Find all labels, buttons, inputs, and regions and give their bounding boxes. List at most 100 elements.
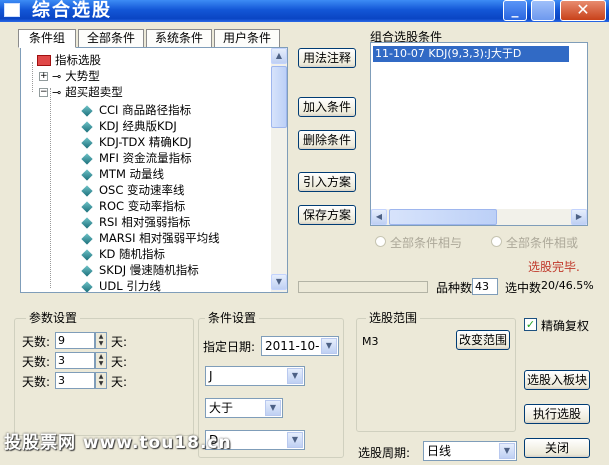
radio-and-label: 全部条件相与: [390, 236, 463, 250]
collapse-icon[interactable]: −: [39, 88, 48, 97]
radio-or-label: 全部条件相或: [506, 236, 579, 250]
indicator-icon: [81, 264, 93, 277]
usage-notes-button[interactable]: 用法注释: [298, 48, 356, 68]
execute-selection-button[interactable]: 执行选股: [524, 404, 590, 424]
import-scheme-button[interactable]: 引入方案: [298, 172, 356, 192]
add-condition-button[interactable]: 加入条件: [298, 97, 356, 117]
indicator-icon: [81, 248, 93, 261]
remove-condition-button[interactable]: 删除条件: [298, 130, 356, 150]
scroll-right-icon[interactable]: ▶: [571, 209, 587, 225]
app-icon: [4, 3, 20, 17]
tree-group-overbought[interactable]: − ⊸ 超买超卖型: [39, 84, 123, 100]
key-icon: ⊸: [52, 86, 62, 99]
key-icon: ⊸: [52, 70, 62, 83]
selected-value: 20/46.5%: [541, 279, 594, 292]
scroll-thumb[interactable]: [271, 66, 287, 128]
indicator-icon: [81, 120, 93, 133]
tree-group-trend[interactable]: + ⊸ 大势型: [39, 68, 100, 84]
tree-item[interactable]: CCI 商品路径指标: [79, 102, 191, 118]
days-spinner[interactable]: ▲ ▼: [95, 372, 107, 389]
chevron-down-icon[interactable]: ▼: [287, 368, 303, 384]
indicator-tree[interactable]: 指标选股 + ⊸ 大势型 − ⊸ 超买超卖型 CCI 商品路径指标 KDJ 经典版KDJ…: [20, 47, 288, 293]
watermark-text: 投股票网 www.tou18.cn: [4, 433, 232, 453]
combined-conditions-list[interactable]: ◀ ▶: [370, 42, 588, 226]
days-unit: 天:: [111, 355, 128, 369]
tree-item[interactable]: MFI 资金流量指标: [79, 150, 192, 166]
days-spinner[interactable]: ▲ ▼: [95, 352, 107, 369]
indicator-icon: [81, 280, 93, 292]
indicator-icon: [81, 216, 93, 229]
field1-select[interactable]: J ▼: [205, 366, 305, 386]
days-input[interactable]: 3: [55, 372, 95, 389]
tree-item[interactable]: ROC 变动率指标: [79, 198, 185, 214]
chevron-down-icon[interactable]: ▼: [265, 400, 281, 416]
change-scope-button[interactable]: 改变范围: [456, 330, 510, 350]
chevron-down-icon[interactable]: ▼: [321, 338, 337, 354]
tree-item[interactable]: MTM 动量线: [79, 166, 164, 182]
selected-label: 选中数: [505, 281, 542, 295]
tree-item[interactable]: RSI 相对强弱指标: [79, 214, 190, 230]
horizontal-scrollbar[interactable]: ◀ ▶: [371, 209, 587, 225]
chevron-down-icon[interactable]: ▼: [287, 432, 303, 448]
combined-condition-item[interactable]: 11-10-07 KDJ(9,3,3):J大于D: [373, 46, 569, 62]
stock-count-value: 43: [472, 278, 498, 295]
add-to-board-button[interactable]: 选股入板块: [524, 370, 590, 390]
date-picker[interactable]: 2011-10- ▼: [261, 336, 339, 356]
maximize-button[interactable]: [531, 0, 555, 21]
status-text: 选股完毕.: [528, 260, 580, 274]
scroll-thumb[interactable]: [389, 209, 497, 225]
folder-icon: [37, 55, 51, 66]
indicator-icon: [81, 200, 93, 213]
indicator-icon: [81, 232, 93, 245]
operator-select[interactable]: 大于 ▼: [205, 398, 283, 418]
expand-icon[interactable]: +: [39, 72, 48, 81]
days-label: 天数:: [22, 355, 51, 369]
tree-scrollbar[interactable]: ▲ ▼: [271, 48, 287, 292]
tree-item[interactable]: KD 随机指标: [79, 246, 165, 262]
tab-system-conditions[interactable]: 系统条件: [146, 29, 212, 48]
days-unit: 天:: [111, 375, 128, 389]
days-input[interactable]: 3: [55, 352, 95, 369]
period-label: 选股周期:: [358, 446, 411, 460]
save-scheme-button[interactable]: 保存方案: [298, 205, 356, 225]
scope-value: M3: [362, 335, 379, 348]
indicator-icon: [81, 136, 93, 149]
indicator-icon: [81, 184, 93, 197]
close-dialog-button[interactable]: 关闭: [524, 438, 590, 458]
stock-count-label: 品种数: [436, 281, 473, 295]
period-select[interactable]: 日线 ▼: [423, 441, 517, 461]
tab-user-conditions[interactable]: 用户条件: [214, 29, 280, 48]
tree-item[interactable]: SKDJ 慢速随机指标: [79, 262, 199, 278]
days-spinner[interactable]: ▲ ▼: [95, 332, 107, 349]
indicator-icon: [81, 104, 93, 117]
days-input[interactable]: 9: [55, 332, 95, 349]
radio-or[interactable]: [491, 236, 502, 247]
scroll-up-icon[interactable]: ▲: [271, 48, 287, 64]
tree-root[interactable]: 指标选股: [25, 52, 101, 68]
tree-item[interactable]: UDL 引力线: [79, 278, 161, 292]
tree-item[interactable]: KDJ-TDX 精确KDJ: [79, 134, 192, 150]
tree-item[interactable]: KDJ 经典版KDJ: [79, 118, 177, 134]
condition-title: 条件设置: [205, 311, 260, 325]
radio-and[interactable]: [375, 236, 386, 247]
close-button[interactable]: ✕: [560, 0, 606, 21]
date-label: 指定日期:: [203, 340, 256, 354]
tree-item[interactable]: MARSI 相对强弱平均线: [79, 230, 220, 246]
tab-condition-group[interactable]: 条件组: [18, 29, 76, 48]
params-title: 参数设置: [26, 311, 81, 325]
exact-reweight-label: 精确复权: [541, 319, 590, 333]
tree-root-label: 指标选股: [55, 53, 101, 67]
indicator-icon: [81, 152, 93, 165]
window-title: 综合选股: [32, 0, 112, 21]
tree-item[interactable]: OSC 变动速率线: [79, 182, 185, 198]
chevron-down-icon[interactable]: ▼: [499, 443, 515, 459]
scroll-down-icon[interactable]: ▼: [271, 274, 287, 290]
tab-all-conditions[interactable]: 全部条件: [78, 29, 144, 48]
scope-title: 选股范围: [366, 311, 421, 325]
scroll-left-icon[interactable]: ◀: [371, 209, 387, 225]
minimize-button[interactable]: _: [503, 0, 527, 21]
title-bar: 综合选股 _ ✕: [0, 0, 609, 22]
exact-reweight-checkbox[interactable]: ✓: [524, 318, 537, 331]
days-label: 天数:: [22, 375, 51, 389]
progress-bar: [298, 281, 428, 293]
